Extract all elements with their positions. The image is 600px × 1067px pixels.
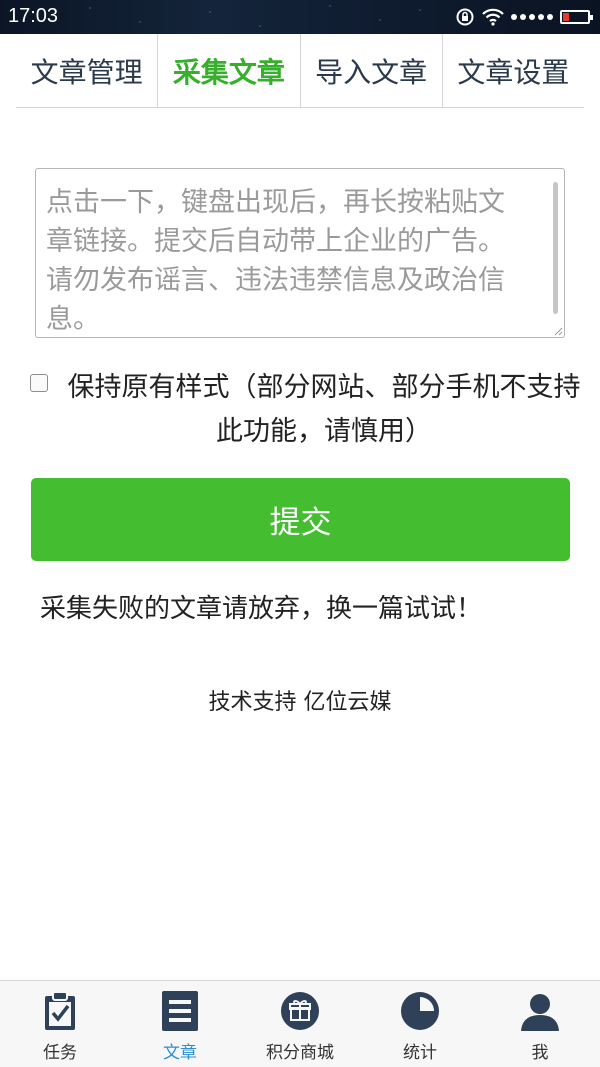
tab-article-management[interactable]: 文章管理 — [16, 34, 157, 107]
tab-collect-article[interactable]: 采集文章 — [157, 34, 299, 107]
tab-import-article[interactable]: 导入文章 — [299, 34, 442, 107]
status-bar: 17:03 — [0, 0, 600, 34]
pie-chart-icon — [399, 990, 441, 1032]
nav-item-points-mall[interactable]: 积分商城 — [240, 981, 360, 1067]
fail-note: 采集失败的文章请放弃，换一篇试试！ — [40, 594, 483, 624]
keep-style-checkbox[interactable] — [30, 374, 48, 392]
resize-grip-icon[interactable] — [553, 326, 563, 336]
nav-label-tasks: 任务 — [43, 1043, 77, 1063]
clipboard-check-icon — [39, 990, 81, 1032]
nav-label-articles: 文章 — [163, 1043, 197, 1063]
nav-item-tasks[interactable]: 任务 — [0, 981, 120, 1067]
nav-label-points-mall: 积分商城 — [266, 1043, 334, 1063]
textarea-scrollbar[interactable] — [553, 182, 558, 314]
nav-item-statistics[interactable]: 统计 — [360, 981, 480, 1067]
user-icon — [519, 990, 561, 1032]
tech-support-note: 技术支持 亿位云媒 — [208, 690, 392, 715]
nav-item-me[interactable]: 我 — [480, 981, 600, 1067]
nav-label-statistics: 统计 — [403, 1043, 437, 1063]
signal-strength-icon — [511, 14, 553, 20]
article-link-input[interactable] — [35, 168, 565, 338]
tab-article-settings[interactable]: 文章设置 — [441, 34, 584, 107]
nav-label-me: 我 — [531, 1043, 549, 1063]
submit-button[interactable]: 提交 — [31, 478, 570, 561]
bottom-nav: 任务 文章 积分商城 统计 我 — [0, 980, 600, 1067]
status-icons — [455, 6, 593, 28]
tab-bar: 文章管理 采集文章 导入文章 文章设置 — [16, 34, 584, 108]
nav-item-articles[interactable]: 文章 — [120, 981, 240, 1067]
list-icon — [159, 990, 201, 1032]
status-time: 17:03 — [8, 5, 59, 27]
wifi-icon — [482, 8, 504, 26]
keep-style-label[interactable]: 保持原有样式（部分网站、部分手机不支持此功能，请慎用） — [30, 366, 590, 454]
battery-icon — [560, 10, 593, 24]
rotation-lock-icon — [456, 8, 474, 26]
keep-style-option[interactable]: 保持原有样式（部分网站、部分手机不支持此功能，请慎用） — [30, 366, 590, 454]
gift-icon — [279, 990, 321, 1032]
